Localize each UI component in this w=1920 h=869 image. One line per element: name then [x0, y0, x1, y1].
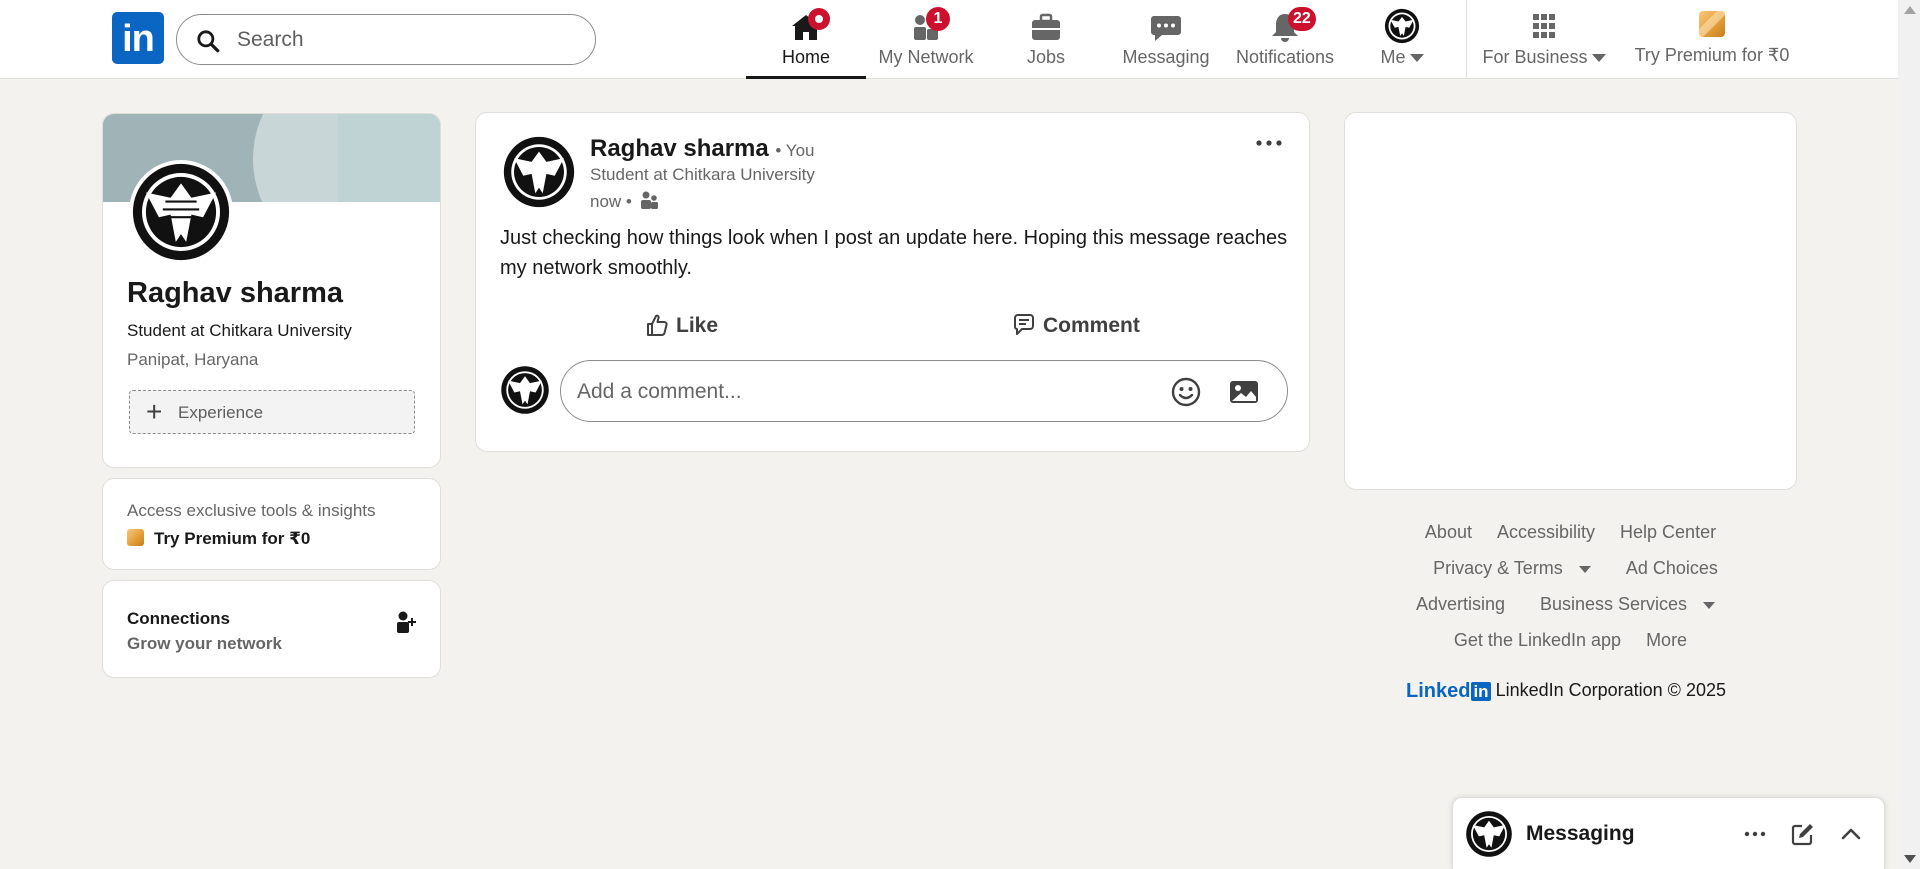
ad-panel: [1344, 112, 1797, 490]
you-tag: • You: [775, 141, 815, 160]
like-button[interactable]: Like: [644, 302, 734, 348]
nav-label: Jobs: [1026, 47, 1066, 67]
like-label: Like: [676, 314, 719, 337]
nav-label: Home: [781, 47, 830, 67]
comment-button[interactable]: Comment: [1011, 302, 1151, 348]
plus-icon: +: [146, 396, 163, 427]
comment-icon: [1014, 314, 1034, 335]
briefcase-icon: [1032, 13, 1060, 40]
nav-label: Try Premium for ₹0: [1634, 45, 1790, 65]
linkedin-logo[interactable]: in: [112, 12, 164, 64]
nav-try-premium[interactable]: Try Premium for ₹0: [1630, 0, 1794, 79]
add-connection-icon[interactable]: [393, 609, 419, 635]
chat-icon: [1151, 16, 1181, 41]
footer-link-business-services[interactable]: Business Services: [1530, 594, 1725, 614]
nav-label: Messaging: [1122, 47, 1210, 67]
footer-links: About Accessibility Help Center Privacy …: [1344, 516, 1797, 660]
top-navigation: in Home 1 My Network: [0, 0, 1898, 79]
post-timestamp: now •: [590, 190, 659, 212]
footer-link-ad-choices[interactable]: Ad Choices: [1626, 558, 1718, 578]
emoji-icon[interactable]: [1169, 375, 1203, 409]
nav-jobs[interactable]: Jobs: [996, 0, 1096, 79]
nav-label: For Business: [1474, 47, 1614, 68]
linkedin-wordmark: Linked in: [1406, 680, 1491, 702]
nav-messaging[interactable]: Messaging: [1110, 0, 1222, 79]
commenter-avatar: [501, 366, 549, 414]
footer-link-more[interactable]: More: [1646, 630, 1687, 650]
chevron-up-icon[interactable]: [1837, 820, 1865, 848]
nav-label: Notifications: [1235, 47, 1335, 67]
home-dot-badge: [808, 8, 830, 30]
search-icon: [197, 30, 220, 53]
post-author-name[interactable]: Raghav sharma • You: [590, 135, 814, 163]
premium-prompt: Access exclusive tools & insights: [127, 501, 376, 520]
image-icon[interactable]: [1227, 375, 1261, 409]
scroll-down-arrow[interactable]: [1904, 855, 1916, 863]
scrollbar[interactable]: [1898, 0, 1920, 869]
thumbs-up-icon: [647, 314, 668, 336]
profile-location: Panipat, Haryana: [127, 350, 259, 369]
post-author-headline: Student at Chitkara University: [590, 165, 815, 184]
nav-label: My Network: [878, 47, 974, 67]
footer-copyright: Linked in LinkedIn Corporation © 2025: [1406, 680, 1726, 702]
profile-headline: Student at Chitkara University: [127, 321, 352, 340]
post-author-avatar[interactable]: [502, 135, 576, 209]
premium-icon: [1699, 11, 1725, 37]
profile-name[interactable]: Raghav sharma: [127, 277, 343, 310]
compose-icon[interactable]: [1789, 820, 1817, 848]
nav-my-network[interactable]: 1 My Network: [870, 0, 982, 79]
chevron-down-icon: [1591, 54, 1606, 63]
more-options-icon[interactable]: [1251, 129, 1287, 157]
nav-label: Me: [1354, 47, 1450, 68]
footer-link-accessibility[interactable]: Accessibility: [1497, 522, 1595, 542]
premium-cta[interactable]: Try Premium for ₹0: [127, 529, 310, 549]
network-badge: 1: [926, 7, 950, 31]
connections-visibility-icon: [640, 191, 658, 209]
more-options-icon[interactable]: [1741, 820, 1769, 848]
search-input[interactable]: [237, 25, 577, 55]
profile-avatar[interactable]: [129, 160, 233, 264]
avatar: [1384, 8, 1420, 44]
notifications-badge: 22: [1288, 7, 1316, 31]
premium-card[interactable]: Access exclusive tools & insights Try Pr…: [102, 478, 441, 570]
nav-notifications[interactable]: 22 Notifications: [1232, 0, 1338, 79]
connections-subtitle: Grow your network: [127, 634, 282, 653]
nav-home[interactable]: Home: [746, 0, 866, 79]
search-bar[interactable]: [176, 14, 596, 65]
comment-label: Comment: [1043, 314, 1140, 337]
post-card: Raghav sharma • You Student at Chitkara …: [475, 112, 1310, 452]
footer-link-advertising[interactable]: Advertising: [1416, 594, 1505, 614]
premium-icon: [127, 529, 144, 546]
comment-box[interactable]: [560, 360, 1288, 422]
footer-link-about[interactable]: About: [1425, 522, 1472, 542]
add-experience-button[interactable]: + Experience: [129, 390, 415, 434]
chevron-down-icon: [1409, 54, 1424, 63]
messaging-title: Messaging: [1526, 822, 1635, 845]
connections-card[interactable]: Connections Grow your network: [102, 580, 441, 678]
profile-card: Raghav sharma Student at Chitkara Univer…: [102, 113, 441, 468]
footer-link-get-app[interactable]: Get the LinkedIn app: [1454, 630, 1621, 650]
scroll-up-arrow[interactable]: [1904, 6, 1916, 14]
footer-link-help-center[interactable]: Help Center: [1620, 522, 1716, 542]
comment-input[interactable]: [577, 378, 1137, 406]
chevron-down-icon: [1578, 565, 1591, 573]
post-text: Just checking how things look when I pos…: [500, 227, 1288, 279]
nav-me[interactable]: Me: [1354, 0, 1450, 79]
messaging-overlay[interactable]: Messaging: [1452, 797, 1885, 869]
nav-for-business[interactable]: For Business: [1474, 0, 1614, 79]
footer-link-privacy-terms[interactable]: Privacy & Terms: [1423, 558, 1601, 578]
messaging-avatar: [1466, 811, 1512, 857]
grid-icon: [1533, 14, 1555, 38]
connections-title: Connections: [127, 609, 230, 628]
nav-divider: [1466, 0, 1467, 79]
chevron-down-icon: [1703, 601, 1716, 609]
add-experience-label: Experience: [178, 403, 264, 422]
